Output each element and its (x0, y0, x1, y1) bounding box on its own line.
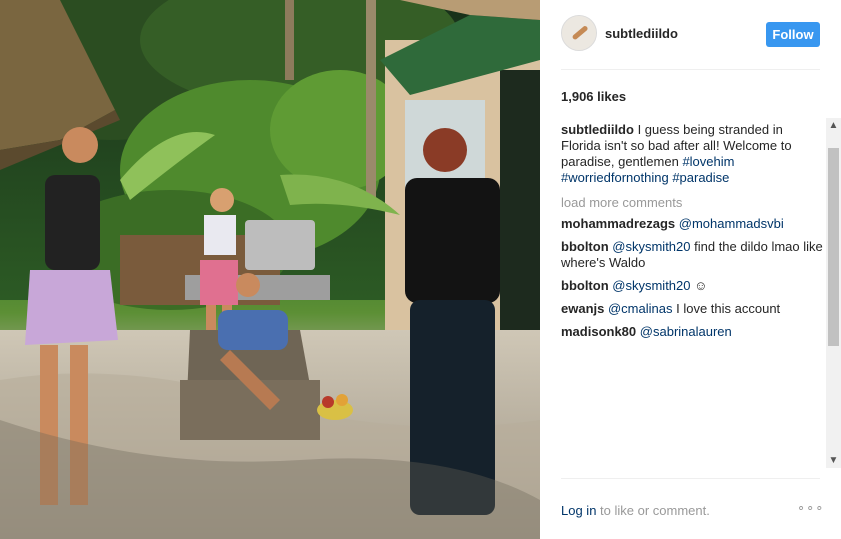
hashtag-link[interactable]: #paradise (672, 170, 729, 185)
comment: ewanjs @cmalinas I love this account (561, 301, 824, 317)
comments-scrollbar[interactable]: ▲ ▼ (826, 118, 841, 468)
comment-text: I love this account (676, 301, 781, 316)
comment-mention[interactable]: @mohammadsvbi (679, 216, 784, 231)
follow-button[interactable]: Follow (766, 22, 820, 47)
header-divider (561, 69, 820, 70)
caption: subtlediildo I guess being stranded in F… (561, 122, 824, 186)
likes-count[interactable]: 1,906 likes (561, 89, 626, 104)
comments-list: subtlediildo I guess being stranded in F… (561, 122, 824, 472)
load-more-comments-link[interactable]: load more comments (561, 195, 824, 211)
comment-username[interactable]: madisonk80 (561, 324, 636, 339)
footer-divider (561, 478, 820, 479)
comment-mention[interactable]: @skysmith20 (612, 239, 690, 254)
login-prompt: Log in to like or comment. (561, 503, 710, 518)
post-photo[interactable] (0, 0, 540, 539)
comment-username[interactable]: bbolton (561, 278, 609, 293)
photo-illustration (0, 0, 540, 539)
comment: madisonk80 @sabrinalauren (561, 324, 824, 340)
scroll-up-arrow-icon[interactable]: ▲ (826, 118, 841, 133)
login-link[interactable]: Log in (561, 503, 596, 518)
avatar[interactable] (561, 15, 597, 51)
comment: bbolton @skysmith20 find the dildo lmao … (561, 239, 824, 271)
login-prompt-text: to like or comment. (600, 503, 710, 518)
comment-mention[interactable]: @skysmith20 (612, 278, 690, 293)
more-horizontal-icon[interactable]: ∘∘∘ (797, 500, 824, 516)
hashtag-link[interactable]: #worriedfornothing (561, 170, 669, 185)
post-details-panel: subtlediildo Follow 1,906 likes subtledi… (540, 0, 841, 539)
comment-username[interactable]: bbolton (561, 239, 609, 254)
hashtag-link[interactable]: #lovehim (682, 154, 734, 169)
avatar-image (562, 16, 596, 50)
smile-emoji: ☺ (694, 278, 708, 293)
scroll-down-arrow-icon[interactable]: ▼ (826, 453, 841, 468)
scrollbar-thumb[interactable] (828, 148, 839, 346)
comment-username[interactable]: mohammadrezags (561, 216, 675, 231)
post-author-username[interactable]: subtlediildo (605, 26, 678, 41)
comment: bbolton @skysmith20 ☺ (561, 278, 824, 294)
caption-username[interactable]: subtlediildo (561, 122, 634, 137)
post-header: subtlediildo Follow (540, 0, 841, 70)
comment-mention[interactable]: @cmalinas (608, 301, 673, 316)
comment: mohammadrezags @mohammadsvbi (561, 216, 824, 232)
comment-mention[interactable]: @sabrinalauren (640, 324, 732, 339)
comment-username[interactable]: ewanjs (561, 301, 604, 316)
